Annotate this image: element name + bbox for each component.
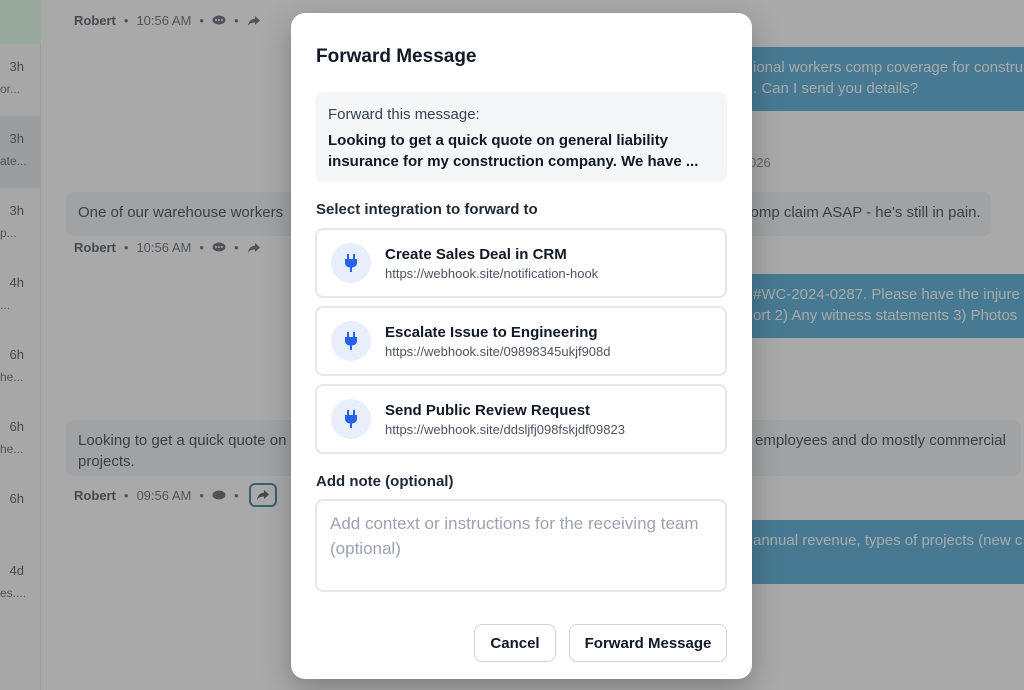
integration-url: https://webhook.site/ddsljfj098fskjdf098… <box>385 421 625 437</box>
integration-option-escalate-issue[interactable]: Escalate Issue to Engineering https://we… <box>315 306 727 376</box>
forward-message-dialog: Forward Message Forward this message: Lo… <box>291 13 752 679</box>
integration-name: Escalate Issue to Engineering <box>385 323 598 341</box>
quoted-message: Forward this message: Looking to get a q… <box>315 92 727 182</box>
plug-icon <box>331 399 371 439</box>
note-textarea[interactable] <box>315 499 727 592</box>
plug-icon <box>331 321 371 361</box>
quoted-message-label: Forward this message: <box>328 106 480 123</box>
note-label: Add note (optional) <box>316 473 454 490</box>
integration-section-label: Select integration to forward to <box>316 201 538 218</box>
quoted-message-text: Looking to get a quick quote on general … <box>328 132 699 170</box>
integration-name: Create Sales Deal in CRM <box>385 245 567 263</box>
integration-option-send-review-request[interactable]: Send Public Review Request https://webho… <box>315 384 727 454</box>
forward-message-button[interactable]: Forward Message <box>569 624 727 662</box>
cancel-button[interactable]: Cancel <box>474 624 556 662</box>
integration-option-create-sales-deal[interactable]: Create Sales Deal in CRM https://webhook… <box>315 228 727 298</box>
plug-icon <box>331 243 371 283</box>
integration-name: Send Public Review Request <box>385 401 591 419</box>
integration-url: https://webhook.site/09898345ukjf908d <box>385 343 611 359</box>
integration-url: https://webhook.site/notification-hook <box>385 265 599 281</box>
dialog-title: Forward Message <box>316 46 477 67</box>
